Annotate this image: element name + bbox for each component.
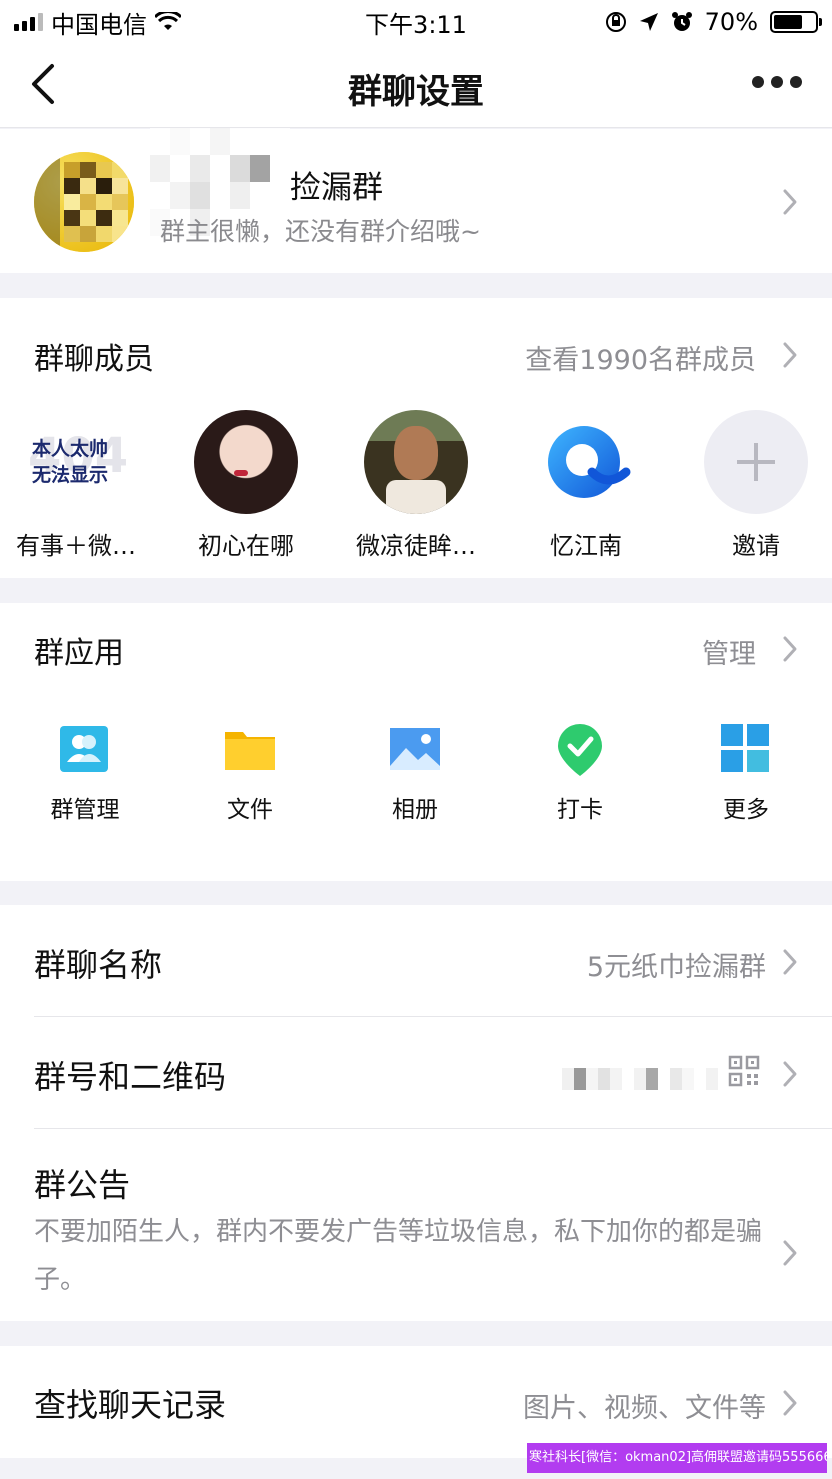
- plus-icon: [704, 410, 808, 514]
- app-more[interactable]: 更多: [686, 722, 806, 824]
- album-icon: [388, 722, 442, 776]
- group-name-value: 5元纸巾捡漏群: [586, 952, 766, 983]
- member-name: 初心在哪: [198, 532, 294, 560]
- location-icon: [639, 13, 658, 31]
- app-group-manage[interactable]: 群管理: [25, 722, 145, 824]
- group-manage-icon: [58, 722, 112, 776]
- status-bar: 中国电信 下午3:11 70%: [0, 0, 832, 44]
- battery-icon: [770, 11, 822, 33]
- group-name-label: 群聊名称: [34, 946, 163, 984]
- avatar-mosaic: [64, 162, 128, 242]
- nav-bar: 群聊设置: [0, 44, 832, 128]
- chevron-right-icon: [783, 1390, 797, 1416]
- app-check-in[interactable]: 打卡: [520, 722, 640, 824]
- watermark-banner: 寒社科长[微信：okman02]高佣联盟邀请码555666: [527, 1443, 827, 1473]
- member-name: 忆江南: [550, 532, 622, 560]
- chevron-right-icon: [783, 1240, 797, 1266]
- rotation-lock-icon: [605, 12, 626, 32]
- group-notice-label: 群公告: [34, 1166, 131, 1204]
- app-label: 文件: [227, 797, 273, 823]
- group-id-mosaic: [562, 1068, 718, 1090]
- members-title: 群聊成员: [34, 342, 154, 377]
- chevron-right-icon: [783, 949, 797, 975]
- member-item[interactable]: 忆江南: [506, 410, 666, 561]
- battery-fill: [774, 15, 802, 29]
- member-name: 微凉徒眸…: [356, 532, 476, 560]
- group-notice-text: 不要加陌生人，群内不要发广告等垃圾信息，私下加你的都是骗子。: [34, 1217, 763, 1295]
- alarm-icon: [671, 12, 692, 31]
- avatar-text: 本人太帅 无法显示: [32, 438, 109, 486]
- app-label: 打卡: [557, 797, 603, 823]
- page-title: 群聊设置: [348, 72, 484, 112]
- app-label: 更多: [723, 797, 769, 823]
- group-name: 捡漏群: [290, 170, 383, 206]
- member-avatar: [194, 410, 298, 514]
- grid-more-icon: [719, 722, 773, 776]
- folder-icon: [223, 722, 277, 776]
- group-id-label: 群号和二维码: [34, 1058, 227, 1096]
- app-files[interactable]: 文件: [190, 722, 310, 824]
- member-name: 有事＋微…: [16, 532, 136, 560]
- member-item[interactable]: 初心在哪: [166, 410, 326, 561]
- member-avatar: [534, 410, 638, 514]
- member-avatar: 404 本人太帅 无法显示: [24, 410, 128, 514]
- view-all-members-link[interactable]: 查看1990名群成员: [525, 338, 756, 377]
- app-label: 群管理: [50, 797, 120, 823]
- search-history-label: 查找聊天记录: [34, 1386, 227, 1424]
- check-in-icon: [553, 722, 607, 776]
- group-avatar: [34, 152, 134, 252]
- app-label: 相册: [392, 797, 438, 823]
- apps-title: 群应用: [34, 636, 124, 671]
- invite-label: 邀请: [732, 532, 780, 560]
- chevron-right-icon: [783, 189, 797, 215]
- more-dots-icon[interactable]: [752, 76, 802, 88]
- apps-manage-link[interactable]: 管理: [702, 632, 756, 671]
- group-intro: 群主很懒，还没有群介绍哦~: [160, 217, 481, 246]
- chevron-right-icon: [783, 1061, 797, 1087]
- qr-code-icon: [728, 1055, 760, 1087]
- battery-percent: 70%: [704, 8, 758, 36]
- member-item[interactable]: 404 本人太帅 无法显示 有事＋微…: [0, 410, 156, 561]
- chevron-right-icon: [783, 636, 797, 662]
- member-avatar: [364, 410, 468, 514]
- app-album[interactable]: 相册: [355, 722, 475, 824]
- invite-button[interactable]: 邀请: [676, 410, 832, 561]
- member-item[interactable]: 微凉徒眸…: [336, 410, 496, 561]
- search-history-hint: 图片、视频、文件等: [523, 1393, 766, 1424]
- chevron-right-icon: [783, 342, 797, 368]
